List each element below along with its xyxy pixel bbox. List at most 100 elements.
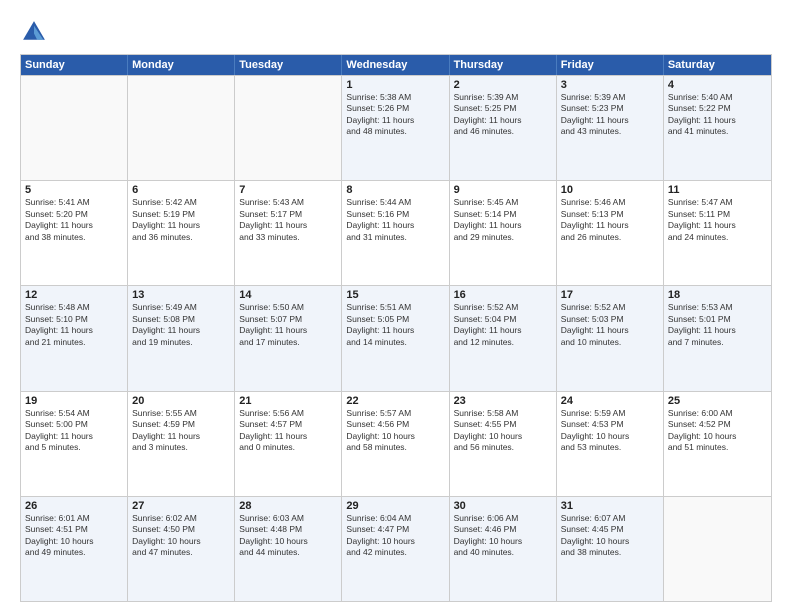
day-cell-12: 12Sunrise: 5:48 AM Sunset: 5:10 PM Dayli… [21, 286, 128, 390]
day-info: Sunrise: 5:52 AM Sunset: 5:03 PM Dayligh… [561, 302, 659, 348]
day-info: Sunrise: 5:40 AM Sunset: 5:22 PM Dayligh… [668, 92, 767, 138]
calendar-header: SundayMondayTuesdayWednesdayThursdayFrid… [21, 55, 771, 75]
day-cell-4: 4Sunrise: 5:40 AM Sunset: 5:22 PM Daylig… [664, 76, 771, 180]
day-cell-23: 23Sunrise: 5:58 AM Sunset: 4:55 PM Dayli… [450, 392, 557, 496]
day-cell-11: 11Sunrise: 5:47 AM Sunset: 5:11 PM Dayli… [664, 181, 771, 285]
day-info: Sunrise: 5:54 AM Sunset: 5:00 PM Dayligh… [25, 408, 123, 454]
day-cell-13: 13Sunrise: 5:49 AM Sunset: 5:08 PM Dayli… [128, 286, 235, 390]
day-number: 17 [561, 289, 659, 301]
day-number: 14 [239, 289, 337, 301]
day-cell-31: 31Sunrise: 6:07 AM Sunset: 4:45 PM Dayli… [557, 497, 664, 601]
day-info: Sunrise: 6:01 AM Sunset: 4:51 PM Dayligh… [25, 513, 123, 559]
day-number: 4 [668, 79, 767, 91]
empty-cell [128, 76, 235, 180]
weekday-header-saturday: Saturday [664, 55, 771, 75]
day-cell-24: 24Sunrise: 5:59 AM Sunset: 4:53 PM Dayli… [557, 392, 664, 496]
day-number: 18 [668, 289, 767, 301]
day-number: 16 [454, 289, 552, 301]
day-cell-19: 19Sunrise: 5:54 AM Sunset: 5:00 PM Dayli… [21, 392, 128, 496]
day-info: Sunrise: 5:55 AM Sunset: 4:59 PM Dayligh… [132, 408, 230, 454]
day-info: Sunrise: 6:07 AM Sunset: 4:45 PM Dayligh… [561, 513, 659, 559]
day-info: Sunrise: 5:51 AM Sunset: 5:05 PM Dayligh… [346, 302, 444, 348]
day-info: Sunrise: 6:04 AM Sunset: 4:47 PM Dayligh… [346, 513, 444, 559]
weekday-header-thursday: Thursday [450, 55, 557, 75]
day-number: 25 [668, 395, 767, 407]
day-info: Sunrise: 5:49 AM Sunset: 5:08 PM Dayligh… [132, 302, 230, 348]
day-number: 20 [132, 395, 230, 407]
day-cell-14: 14Sunrise: 5:50 AM Sunset: 5:07 PM Dayli… [235, 286, 342, 390]
day-info: Sunrise: 6:06 AM Sunset: 4:46 PM Dayligh… [454, 513, 552, 559]
day-info: Sunrise: 5:59 AM Sunset: 4:53 PM Dayligh… [561, 408, 659, 454]
day-cell-21: 21Sunrise: 5:56 AM Sunset: 4:57 PM Dayli… [235, 392, 342, 496]
day-info: Sunrise: 5:38 AM Sunset: 5:26 PM Dayligh… [346, 92, 444, 138]
empty-cell [664, 497, 771, 601]
day-number: 8 [346, 184, 444, 196]
day-info: Sunrise: 5:48 AM Sunset: 5:10 PM Dayligh… [25, 302, 123, 348]
day-cell-25: 25Sunrise: 6:00 AM Sunset: 4:52 PM Dayli… [664, 392, 771, 496]
weekday-header-monday: Monday [128, 55, 235, 75]
logo [20, 18, 52, 46]
day-info: Sunrise: 5:41 AM Sunset: 5:20 PM Dayligh… [25, 197, 123, 243]
day-info: Sunrise: 5:50 AM Sunset: 5:07 PM Dayligh… [239, 302, 337, 348]
day-number: 28 [239, 500, 337, 512]
day-info: Sunrise: 5:42 AM Sunset: 5:19 PM Dayligh… [132, 197, 230, 243]
day-number: 9 [454, 184, 552, 196]
page: SundayMondayTuesdayWednesdayThursdayFrid… [0, 0, 792, 612]
calendar-week-1: 1Sunrise: 5:38 AM Sunset: 5:26 PM Daylig… [21, 75, 771, 180]
day-number: 6 [132, 184, 230, 196]
empty-cell [21, 76, 128, 180]
day-info: Sunrise: 5:46 AM Sunset: 5:13 PM Dayligh… [561, 197, 659, 243]
day-number: 30 [454, 500, 552, 512]
day-info: Sunrise: 5:57 AM Sunset: 4:56 PM Dayligh… [346, 408, 444, 454]
day-info: Sunrise: 5:58 AM Sunset: 4:55 PM Dayligh… [454, 408, 552, 454]
day-info: Sunrise: 6:02 AM Sunset: 4:50 PM Dayligh… [132, 513, 230, 559]
day-cell-16: 16Sunrise: 5:52 AM Sunset: 5:04 PM Dayli… [450, 286, 557, 390]
day-info: Sunrise: 5:45 AM Sunset: 5:14 PM Dayligh… [454, 197, 552, 243]
day-info: Sunrise: 6:03 AM Sunset: 4:48 PM Dayligh… [239, 513, 337, 559]
day-cell-2: 2Sunrise: 5:39 AM Sunset: 5:25 PM Daylig… [450, 76, 557, 180]
day-cell-6: 6Sunrise: 5:42 AM Sunset: 5:19 PM Daylig… [128, 181, 235, 285]
day-cell-30: 30Sunrise: 6:06 AM Sunset: 4:46 PM Dayli… [450, 497, 557, 601]
day-number: 1 [346, 79, 444, 91]
day-cell-22: 22Sunrise: 5:57 AM Sunset: 4:56 PM Dayli… [342, 392, 449, 496]
day-number: 23 [454, 395, 552, 407]
day-cell-18: 18Sunrise: 5:53 AM Sunset: 5:01 PM Dayli… [664, 286, 771, 390]
day-info: Sunrise: 5:39 AM Sunset: 5:25 PM Dayligh… [454, 92, 552, 138]
day-cell-5: 5Sunrise: 5:41 AM Sunset: 5:20 PM Daylig… [21, 181, 128, 285]
day-number: 5 [25, 184, 123, 196]
calendar-week-2: 5Sunrise: 5:41 AM Sunset: 5:20 PM Daylig… [21, 180, 771, 285]
day-number: 3 [561, 79, 659, 91]
weekday-header-tuesday: Tuesday [235, 55, 342, 75]
logo-icon [20, 18, 48, 46]
day-number: 31 [561, 500, 659, 512]
day-cell-8: 8Sunrise: 5:44 AM Sunset: 5:16 PM Daylig… [342, 181, 449, 285]
day-info: Sunrise: 5:56 AM Sunset: 4:57 PM Dayligh… [239, 408, 337, 454]
weekday-header-sunday: Sunday [21, 55, 128, 75]
day-info: Sunrise: 5:52 AM Sunset: 5:04 PM Dayligh… [454, 302, 552, 348]
day-cell-10: 10Sunrise: 5:46 AM Sunset: 5:13 PM Dayli… [557, 181, 664, 285]
day-info: Sunrise: 5:43 AM Sunset: 5:17 PM Dayligh… [239, 197, 337, 243]
day-cell-3: 3Sunrise: 5:39 AM Sunset: 5:23 PM Daylig… [557, 76, 664, 180]
day-info: Sunrise: 5:44 AM Sunset: 5:16 PM Dayligh… [346, 197, 444, 243]
day-cell-7: 7Sunrise: 5:43 AM Sunset: 5:17 PM Daylig… [235, 181, 342, 285]
day-number: 15 [346, 289, 444, 301]
day-number: 26 [25, 500, 123, 512]
day-cell-17: 17Sunrise: 5:52 AM Sunset: 5:03 PM Dayli… [557, 286, 664, 390]
day-number: 2 [454, 79, 552, 91]
day-info: Sunrise: 5:39 AM Sunset: 5:23 PM Dayligh… [561, 92, 659, 138]
day-number: 29 [346, 500, 444, 512]
day-number: 12 [25, 289, 123, 301]
day-number: 21 [239, 395, 337, 407]
day-number: 13 [132, 289, 230, 301]
calendar-week-3: 12Sunrise: 5:48 AM Sunset: 5:10 PM Dayli… [21, 285, 771, 390]
day-number: 19 [25, 395, 123, 407]
day-number: 7 [239, 184, 337, 196]
day-cell-9: 9Sunrise: 5:45 AM Sunset: 5:14 PM Daylig… [450, 181, 557, 285]
day-info: Sunrise: 6:00 AM Sunset: 4:52 PM Dayligh… [668, 408, 767, 454]
day-number: 22 [346, 395, 444, 407]
day-number: 10 [561, 184, 659, 196]
day-number: 27 [132, 500, 230, 512]
day-info: Sunrise: 5:53 AM Sunset: 5:01 PM Dayligh… [668, 302, 767, 348]
calendar-week-4: 19Sunrise: 5:54 AM Sunset: 5:00 PM Dayli… [21, 391, 771, 496]
weekday-header-friday: Friday [557, 55, 664, 75]
